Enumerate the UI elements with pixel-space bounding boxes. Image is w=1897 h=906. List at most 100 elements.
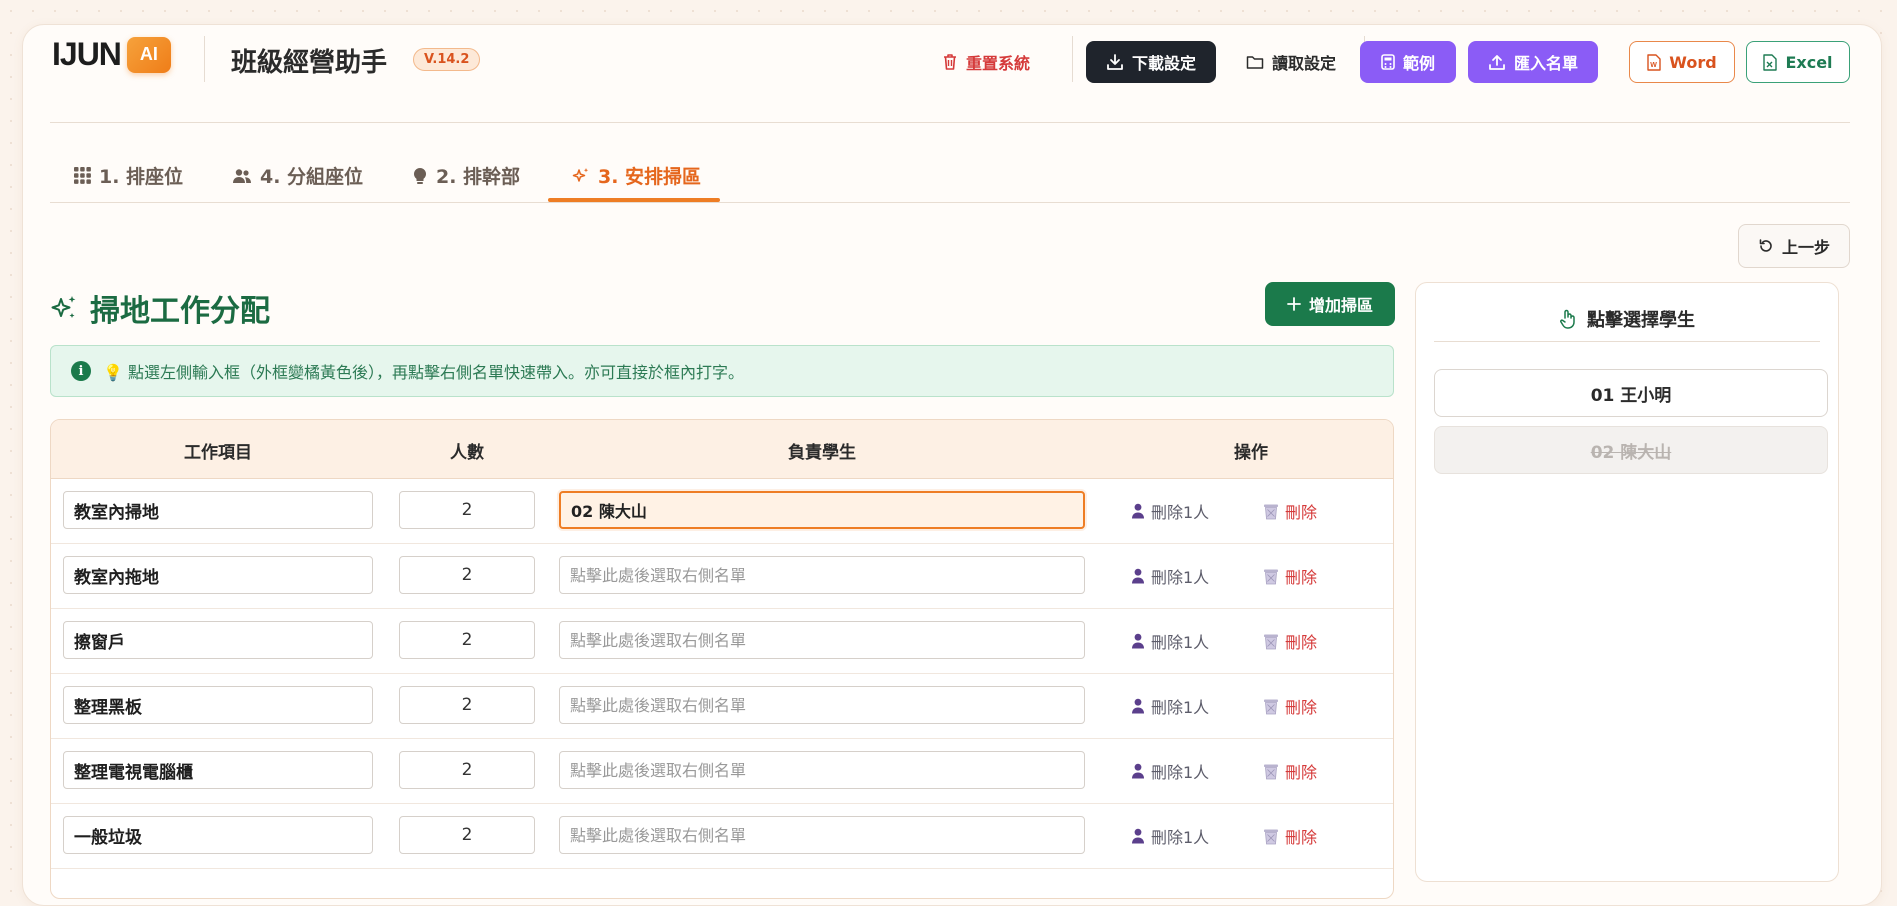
table-row: 刪除1人 刪除 — [51, 544, 1393, 609]
active-tab-indicator — [548, 198, 720, 202]
table-row: 刪除1人 刪除 — [51, 609, 1393, 674]
tab-label: 1. 排座位 — [99, 166, 184, 188]
user-minus-icon — [1131, 633, 1145, 649]
folder-icon — [1246, 54, 1264, 70]
import-label: 匯入名單 — [1513, 54, 1578, 73]
tab-seating[interactable]: 1. 排座位 — [74, 162, 183, 189]
delete-row-button[interactable]: 刪除 — [1263, 759, 1317, 783]
student-input[interactable] — [559, 556, 1085, 594]
app-title: 班級經營助手 — [231, 48, 388, 78]
delete-label: 刪除 — [1285, 503, 1318, 522]
task-name-input[interactable] — [63, 751, 373, 789]
header-action: 操作 — [1234, 443, 1268, 463]
logo: IJUN AI — [52, 36, 171, 73]
download-icon — [1106, 53, 1124, 71]
undo-label: 上一步 — [1781, 238, 1830, 257]
read-settings-button[interactable]: 讀取設定 — [1226, 41, 1356, 83]
tab-group-seating[interactable]: 4. 分組座位 — [232, 162, 363, 189]
user-minus-icon — [1131, 503, 1145, 519]
delete-row-button[interactable]: 刪除 — [1263, 564, 1317, 588]
task-name-input[interactable] — [63, 686, 373, 724]
delete-row-button[interactable]: 刪除 — [1263, 499, 1317, 523]
remove-one-button[interactable]: 刪除1人 — [1131, 759, 1209, 783]
wastebasket-icon — [1263, 763, 1279, 780]
student-input[interactable] — [559, 751, 1085, 789]
grid-icon — [74, 167, 91, 184]
delete-label: 刪除 — [1285, 698, 1318, 717]
student-option[interactable]: 01 王小明 — [1434, 369, 1828, 417]
export-word-button[interactable]: W Word — [1629, 41, 1735, 83]
download-settings-button[interactable]: 下載設定 — [1086, 41, 1216, 83]
task-name-input[interactable] — [63, 556, 373, 594]
logo-text: IJUN — [52, 36, 122, 72]
wastebasket-icon — [1263, 633, 1279, 650]
student-input[interactable] — [559, 816, 1085, 854]
tab-label: 3. 安排掃區 — [598, 166, 702, 188]
reset-system-button[interactable]: 重置系統 — [916, 41, 1056, 83]
remove-one-button[interactable]: 刪除1人 — [1131, 694, 1209, 718]
users-icon — [232, 168, 252, 184]
remove-one-button[interactable]: 刪除1人 — [1131, 629, 1209, 653]
tab-cadres[interactable]: 2. 排幹部 — [412, 162, 520, 189]
remove-one-button[interactable]: 刪除1人 — [1131, 499, 1209, 523]
student-input[interactable] — [559, 686, 1085, 724]
task-name-input[interactable] — [63, 621, 373, 659]
wastebasket-icon — [1263, 698, 1279, 715]
add-area-label: 增加掃區 — [1308, 296, 1373, 315]
delete-label: 刪除 — [1285, 568, 1318, 587]
plus-icon — [1287, 297, 1301, 311]
app-header: IJUN AI 班級經營助手 V.14.2 重置系統 下載設定 讀取設定 範例 … — [28, 30, 1850, 92]
count-input[interactable] — [399, 686, 535, 724]
student-panel: 點擊選擇學生 01 王小明 02 陳大山 — [1415, 282, 1839, 882]
header-task: 工作項目 — [184, 443, 252, 463]
remove-one-label: 刪除1人 — [1151, 698, 1210, 717]
rotate-ccw-icon — [1758, 238, 1774, 254]
remove-one-label: 刪除1人 — [1151, 763, 1210, 782]
word-file-icon: W — [1647, 53, 1661, 71]
download-label: 下載設定 — [1131, 54, 1196, 73]
section-title: 掃地工作分配 — [50, 286, 270, 330]
delete-row-button[interactable]: 刪除 — [1263, 629, 1317, 653]
delete-label: 刪除 — [1285, 633, 1318, 652]
delete-row-button[interactable]: 刪除 — [1263, 694, 1317, 718]
count-input[interactable] — [399, 751, 535, 789]
panel-title-text: 點擊選擇學生 — [1587, 310, 1695, 331]
lightbulb-icon — [412, 167, 428, 185]
count-input[interactable] — [399, 491, 535, 529]
cleaning-table: 工作項目 人數 負責學生 操作 刪除1人 刪除 刪除1人 — [50, 419, 1394, 899]
user-minus-icon — [1131, 698, 1145, 714]
remove-one-button[interactable]: 刪除1人 — [1131, 824, 1209, 848]
calculator-icon — [1381, 54, 1395, 70]
tab-cleaning-areas[interactable]: 3. 安排掃區 — [572, 162, 701, 189]
pointer-hand-icon — [1559, 309, 1577, 329]
header-student: 負責學生 — [788, 443, 856, 463]
remove-one-button[interactable]: 刪除1人 — [1131, 564, 1209, 588]
count-input[interactable] — [399, 816, 535, 854]
import-list-button[interactable]: 匯入名單 — [1468, 41, 1598, 83]
word-label: Word — [1669, 52, 1717, 72]
excel-label: Excel — [1785, 52, 1833, 72]
version-badge: V.14.2 — [413, 48, 481, 71]
wastebasket-icon — [1263, 503, 1279, 520]
divider — [204, 36, 205, 82]
count-input[interactable] — [399, 621, 535, 659]
section-title-text: 掃地工作分配 — [90, 294, 270, 329]
wastebasket-icon — [1263, 828, 1279, 845]
sparkles-icon — [50, 294, 78, 322]
student-input[interactable] — [559, 621, 1085, 659]
delete-label: 刪除 — [1285, 763, 1318, 782]
svg-text:W: W — [1650, 62, 1657, 69]
task-name-input[interactable] — [63, 816, 373, 854]
student-option-used[interactable]: 02 陳大山 — [1434, 426, 1828, 474]
undo-button[interactable]: 上一步 — [1738, 224, 1850, 268]
export-excel-button[interactable]: Excel — [1746, 41, 1850, 83]
add-area-button[interactable]: 增加掃區 — [1265, 282, 1395, 326]
panel-title: 點擊選擇學生 — [1434, 297, 1820, 342]
delete-row-button[interactable]: 刪除 — [1263, 824, 1317, 848]
task-name-input[interactable] — [63, 491, 373, 529]
tab-label: 4. 分組座位 — [260, 166, 364, 188]
student-input[interactable] — [559, 491, 1085, 529]
example-button[interactable]: 範例 — [1360, 41, 1456, 83]
wastebasket-icon — [1263, 568, 1279, 585]
count-input[interactable] — [399, 556, 535, 594]
